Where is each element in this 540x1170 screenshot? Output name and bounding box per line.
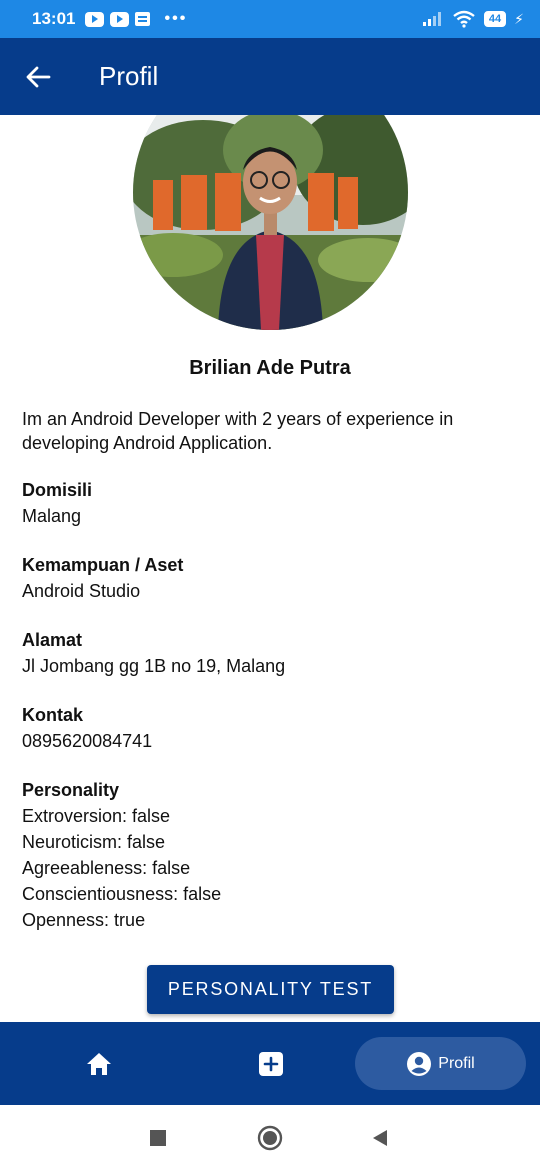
triangle-back-icon [373, 1129, 387, 1146]
system-status-icons: 44 ⚡ [422, 10, 524, 28]
youtube-icon [110, 11, 130, 27]
field-kemampuan: Kemampuan / Aset Android Studio [22, 552, 183, 604]
nav-item-label: Profil [438, 1054, 475, 1072]
message-icon [135, 12, 151, 26]
field-label: Personality [22, 780, 120, 800]
nav-item-profil[interactable]: Profil [355, 1037, 526, 1090]
status-bar: 13:01 ••• 44 ⚡ [0, 0, 540, 38]
field-personality: Personality Extroversion: false Neurotic… [22, 777, 221, 933]
field-label: Kontak [22, 705, 84, 725]
field-label: Alamat [22, 630, 83, 650]
arrow-left-icon [26, 66, 50, 87]
avatar [133, 115, 408, 330]
back-system-button[interactable] [352, 1105, 408, 1170]
notification-icons: ••• [85, 10, 187, 28]
wifi-icon [453, 10, 475, 28]
add-box-icon [259, 1051, 283, 1076]
personality-line: Extroversion: false [22, 806, 171, 826]
avatar-photo [133, 115, 408, 330]
bottom-navigation: Profil [0, 1022, 540, 1105]
personality-test-button[interactable]: PERSONALITY TEST [147, 965, 394, 1014]
field-value: Jl Jombang gg 1B no 19, Malang [22, 656, 286, 676]
field-label: Kemampuan / Aset [22, 555, 184, 575]
field-domisili: Domisili Malang [22, 477, 92, 529]
personality-line: Agreeableness: false [22, 858, 191, 878]
field-kontak: Kontak 0895620084741 [22, 702, 152, 754]
app-bar: Profil [0, 38, 540, 115]
nav-item-home[interactable] [40, 1022, 158, 1105]
recents-button[interactable] [130, 1105, 186, 1170]
field-value: Malang [22, 506, 82, 526]
profile-bio: Im an Android Developer with 2 years of … [22, 409, 454, 453]
back-button[interactable] [0, 38, 75, 115]
system-navigation-bar [0, 1105, 540, 1170]
home-system-button[interactable] [242, 1105, 298, 1170]
charging-icon: ⚡ [514, 10, 524, 27]
page-title: Profil [99, 61, 159, 91]
home-icon [87, 1052, 111, 1075]
status-time: 13:01 [32, 9, 76, 28]
personality-line: Neuroticism: false [22, 832, 166, 852]
square-icon [150, 1129, 166, 1146]
battery-icon: 44 [483, 11, 507, 27]
personality-line: Conscientiousness: false [22, 884, 222, 904]
personality-line: Openness: true [22, 910, 146, 930]
account-circle-icon [407, 1051, 432, 1076]
profile-content: Brilian Ade Putra Im an Android Develope… [0, 115, 540, 1022]
more-dots-icon: ••• [164, 10, 188, 27]
field-label: Domisili [22, 480, 93, 500]
signal-icon [422, 12, 441, 26]
field-alamat: Alamat Jl Jombang gg 1B no 19, Malang [22, 627, 285, 679]
field-value: 0895620084741 [22, 731, 153, 751]
youtube-icon [85, 11, 105, 27]
nav-item-add[interactable] [212, 1022, 330, 1105]
circle-icon [257, 1125, 283, 1150]
field-value: Android Studio [22, 581, 141, 601]
profile-name: Brilian Ade Putra [189, 357, 351, 379]
